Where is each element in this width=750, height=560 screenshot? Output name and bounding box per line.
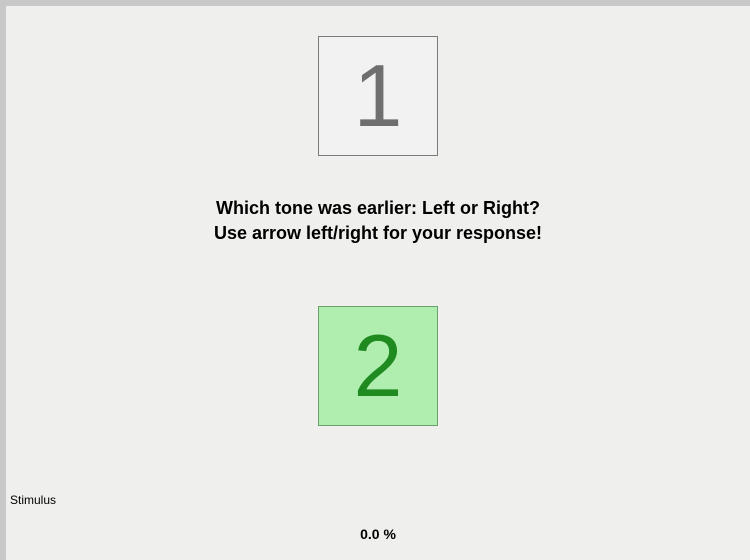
experiment-window: 1 Which tone was earlier: Left or Right?…	[0, 0, 750, 560]
interval-1-label: 1	[354, 52, 403, 140]
interval-2-label: 2	[354, 322, 403, 410]
interval-1-tile[interactable]: 1	[318, 36, 438, 156]
interval-2-tile[interactable]: 2	[318, 306, 438, 426]
instruction-text: Which tone was earlier: Left or Right? U…	[6, 196, 750, 246]
content-area: 1 Which tone was earlier: Left or Right?…	[6, 6, 750, 560]
instruction-line-1: Which tone was earlier: Left or Right?	[6, 196, 750, 221]
section-label: Stimulus	[10, 493, 56, 507]
instruction-line-2: Use arrow left/right for your response!	[6, 221, 750, 246]
progress-text: 0.0 %	[6, 526, 750, 542]
